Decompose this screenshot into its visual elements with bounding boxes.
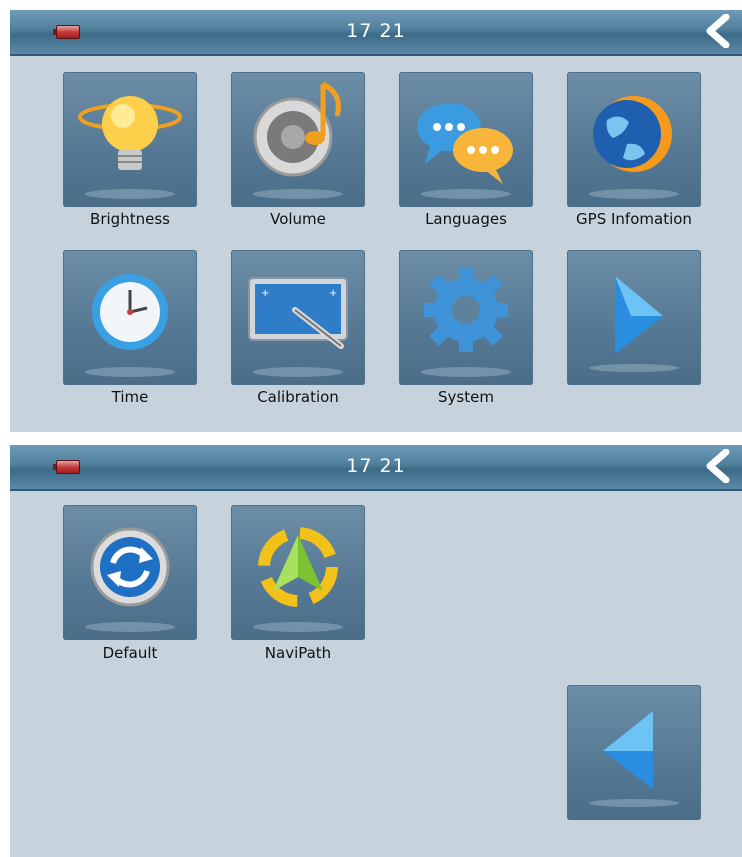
navigation-arrow-icon (253, 527, 343, 632)
svg-text:+: + (261, 288, 269, 299)
default-label: Default (102, 644, 158, 662)
settings-screen-page-2: 17 21 Default NaviPath (10, 445, 742, 857)
speaker-icon (253, 81, 343, 199)
clock-icon (85, 274, 175, 377)
languages-label: Languages (425, 210, 507, 228)
top-status-bar: 17 21 (10, 10, 742, 56)
volume-button[interactable] (231, 72, 365, 207)
volume-label: Volume (270, 210, 326, 228)
gps-information-label: GPS Infomation (576, 210, 692, 228)
top-status-bar: 17 21 (10, 445, 742, 491)
previous-page-arrow-icon (589, 711, 679, 807)
lightbulb-icon (78, 96, 182, 199)
gps-information-button[interactable] (567, 72, 701, 207)
time-button[interactable] (63, 250, 197, 385)
clock-display: 17 21 (346, 20, 406, 42)
back-chevron-icon (706, 13, 730, 49)
next-page-arrow-icon (589, 276, 679, 372)
time-label: Time (111, 388, 149, 406)
globe-icon (589, 96, 679, 199)
previous-page-button[interactable] (567, 685, 701, 820)
clock-display: 17 21 (346, 455, 406, 477)
speech-bubbles-icon (417, 103, 513, 199)
brightness-label: Brightness (90, 210, 170, 228)
back-button[interactable] (702, 13, 736, 49)
calibration-button[interactable]: + + (231, 250, 365, 385)
navipath-label: NaviPath (264, 644, 332, 662)
navipath-button[interactable] (231, 505, 365, 640)
svg-text:+: + (329, 288, 337, 299)
default-button[interactable] (63, 505, 197, 640)
next-page-button[interactable] (567, 250, 701, 385)
brightness-button[interactable] (63, 72, 197, 207)
back-chevron-icon (706, 448, 730, 484)
calibration-pen-icon: + + (248, 277, 348, 377)
settings-screen-page-1: 17 21 Brightness Volume Languages GPS In… (10, 10, 742, 432)
calibration-label: Calibration (257, 388, 339, 406)
back-button[interactable] (702, 448, 736, 484)
system-label: System (438, 388, 494, 406)
system-button[interactable] (399, 250, 533, 385)
refresh-icon (85, 527, 175, 632)
languages-button[interactable] (399, 72, 533, 207)
gear-icon (421, 268, 511, 377)
